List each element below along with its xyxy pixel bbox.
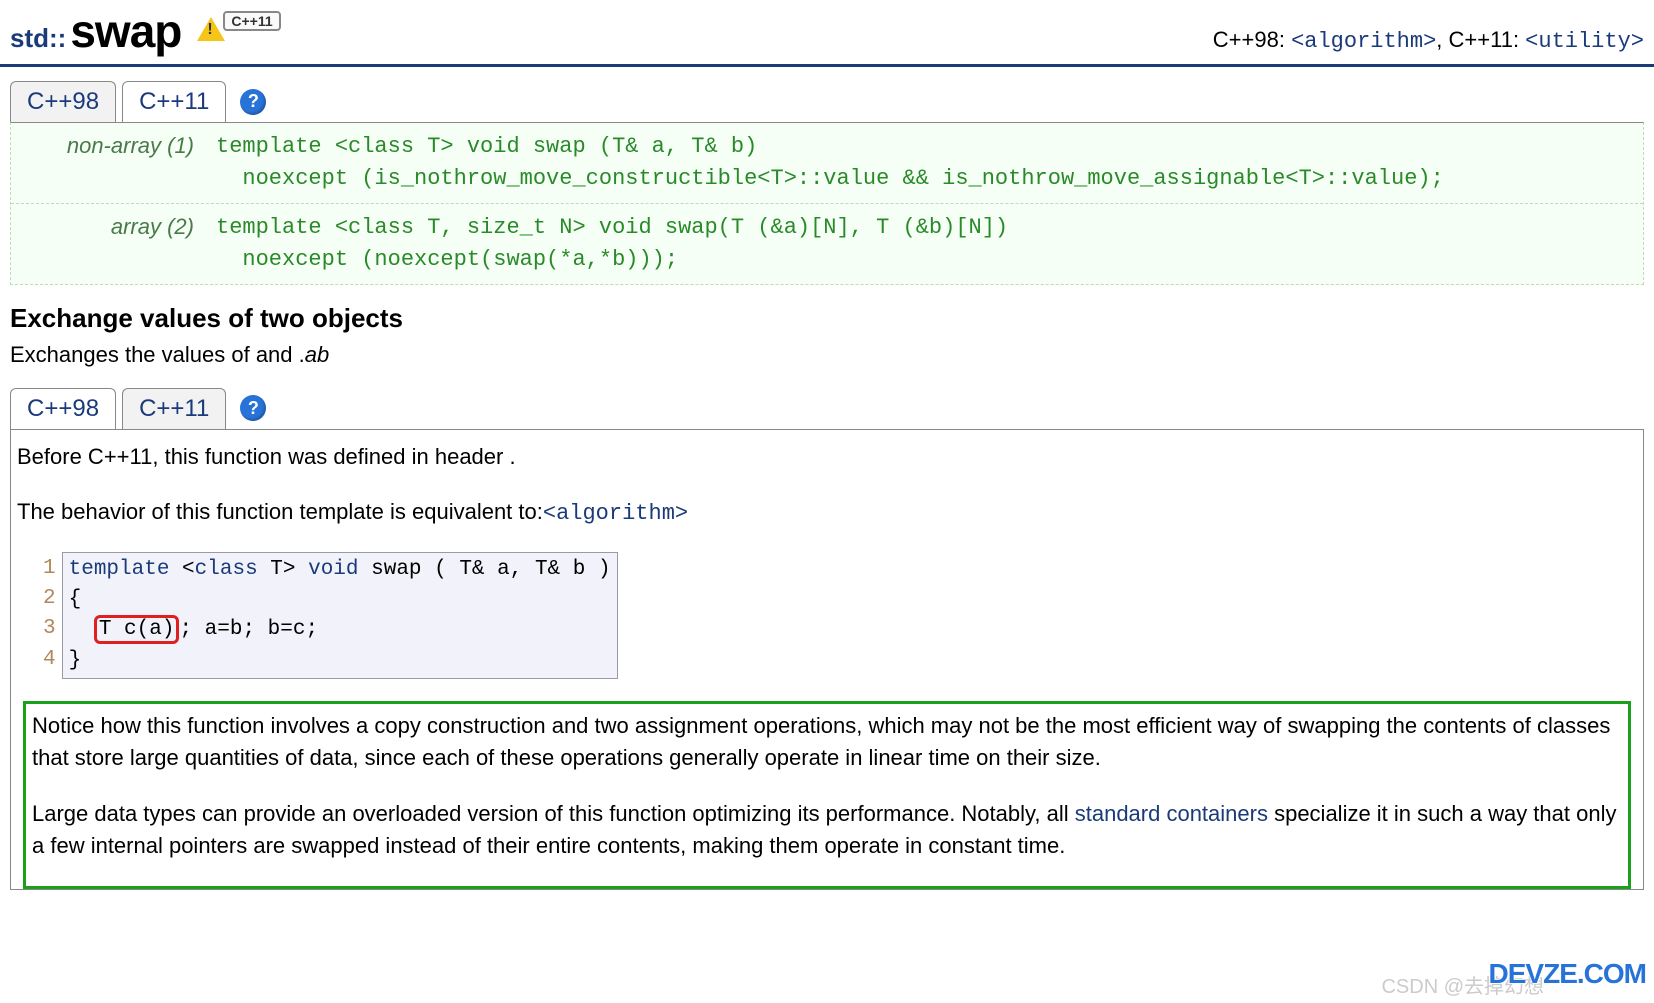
section-title: Exchange values of two objects [10,303,1644,334]
tab-cpp98-sig[interactable]: C++98 [10,81,116,122]
code-body: template <class T> void swap ( T& a, T& … [62,552,618,680]
behavior-p2-text: The behavior of this function template i… [17,499,543,524]
link-standard-containers[interactable]: standard containers [1075,801,1268,826]
signature-row-array: array (2) template <class T, size_t N> v… [11,204,1643,284]
desc-text: Exchanges the values of and . [10,342,305,367]
tabstrip-signatures: C++98 C++11 ? [10,81,1644,122]
watermark-devze: DEVZE.COM [1489,958,1646,990]
code-block: 1 2 3 4 template <class T> void swap ( T… [41,552,571,680]
notice-box: Notice how this function involves a copy… [23,701,1631,889]
section-description: Exchanges the values of and .ab [10,342,1644,368]
tabstrip-behavior: C++98 C++11 ? [10,388,1644,429]
namespace-label: std:: [10,23,66,54]
header-algorithm: <algorithm> [1291,29,1436,54]
function-name: swap [70,4,181,58]
tab-cpp11-behavior[interactable]: C++11 [122,388,226,429]
code-kw-void: void [308,558,358,581]
behavior-p1: Before C++11, this function was defined … [17,440,1637,473]
cpp11-badge: C++11 [223,11,280,31]
signature-label-nonarray: non-array (1) [11,123,206,203]
highlight-copy-construction: T c(a) [94,615,180,644]
code-kw-class: class [195,558,258,581]
code-kw-template: template [69,558,170,581]
notice-p2a: Large data types can provide an overload… [32,801,1075,826]
behavior-p2: The behavior of this function template i… [17,495,1637,530]
behavior-panel: Before C++11, this function was defined … [10,429,1644,890]
signature-label-array: array (2) [11,204,206,284]
help-icon[interactable]: ? [240,395,266,421]
warning-icon [197,17,225,41]
signature-code-nonarray: template <class T> void swap (T& a, T& b… [206,123,1454,203]
title-block: std:: swap C++11 [10,4,281,58]
behavior-p2-header: <algorithm> [543,501,688,526]
signature-code-array: template <class T, size_t N> void swap(T… [206,204,1018,284]
header-utility: <utility> [1525,29,1644,54]
code-line-numbers: 1 2 3 4 [41,552,62,680]
signature-row-nonarray: non-array (1) template <class T> void sw… [11,123,1643,204]
desc-params: ab [305,342,329,367]
tab-cpp11-sig[interactable]: C++11 [122,81,226,122]
tab-cpp98-behavior[interactable]: C++98 [10,388,116,429]
help-icon[interactable]: ? [240,89,266,115]
header-include-info: C++98: <algorithm>, C++11: <utility> [1213,27,1644,58]
notice-p2: Large data types can provide an overload… [32,798,1622,862]
notice-p1: Notice how this function involves a copy… [32,710,1622,774]
page-header: std:: swap C++11 C++98: <algorithm>, C++… [0,0,1654,67]
version-badge: C++11 [197,17,280,41]
header-right-mid: , C++11: [1436,27,1525,52]
signature-panel: non-array (1) template <class T> void sw… [10,122,1644,285]
header-right-prefix: C++98: [1213,27,1291,52]
